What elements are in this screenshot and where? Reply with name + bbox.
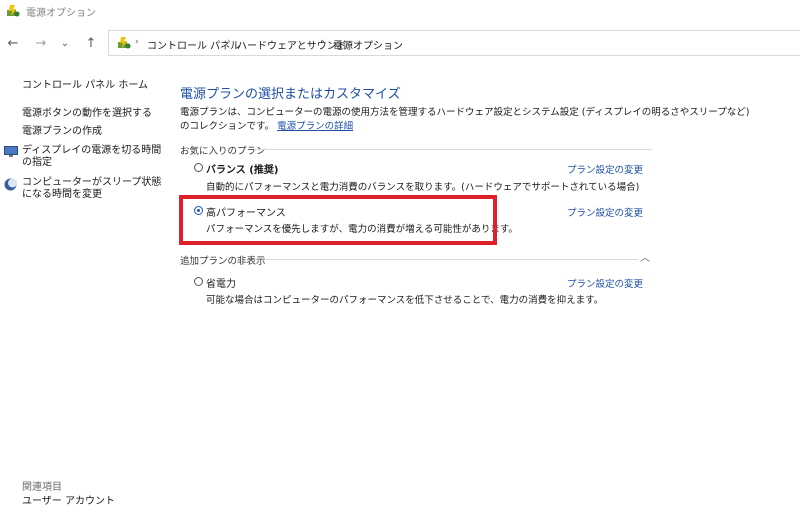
breadcrumb-separator-icon: › [135, 37, 139, 47]
plan-balanced-description: 自動的にパフォーマンスと電力消費のバランスを取ります。(ハードウェアでサポートさ… [206, 182, 640, 193]
breadcrumb-separator-icon: › [227, 37, 231, 47]
related-section-title: 関連項目 [22, 482, 62, 493]
sidebar-item-power-button[interactable]: 電源ボタンの動作を選択する [22, 108, 152, 120]
plan-balanced-name[interactable]: バランス (推奨) [206, 161, 278, 176]
plan-balanced-radio[interactable] [194, 163, 203, 172]
title-bar: 電源オプション [0, 0, 800, 22]
sidebar-home-link[interactable]: コントロール パネル ホーム [22, 80, 148, 92]
breadcrumb-separator-icon: › [321, 37, 325, 47]
description-line-1: 電源プランは、コンピューターの電源の使用方法を管理するハードウェア設定とシステム… [180, 107, 750, 118]
back-arrow-icon[interactable]: ← [4, 36, 22, 52]
power-options-icon [7, 5, 20, 17]
power-plan-details-link[interactable]: 電源プランの詳細 [277, 121, 353, 132]
plan-power-saver-settings-link[interactable]: プラン設定の変更 [567, 276, 643, 290]
breadcrumb-power-options[interactable]: 電源オプション [333, 37, 403, 52]
forward-arrow-icon[interactable]: → [32, 36, 50, 52]
highlight-box [179, 195, 497, 245]
control-panel-icon [118, 37, 131, 49]
sidebar-item-create-plan[interactable]: 電源プランの作成 [22, 126, 102, 138]
favorite-plans-divider [254, 149, 652, 150]
description-line-2: のコレクションです。 電源プランの詳細 [180, 118, 353, 132]
page-title: 電源プランの選択またはカスタマイズ [180, 87, 401, 102]
plan-power-saver-name[interactable]: 省電力 [206, 275, 236, 290]
sidebar-item-sleep-time[interactable]: コンピューターがスリープ状態になる時間を変更 [22, 177, 162, 201]
recent-locations-chevron-icon[interactable]: ⌄ [56, 36, 74, 52]
sidebar-item-display-off[interactable]: ディスプレイの電源を切る時間の指定 [22, 145, 162, 169]
up-arrow-icon[interactable]: ↑ [82, 36, 100, 52]
address-bar[interactable]: › コントロール パネル › ハードウェアとサウンド › 電源オプション [108, 30, 800, 56]
hidden-plans-header[interactable]: 追加プランの非表示 [180, 253, 266, 267]
favorite-plans-header: お気に入りのプラン [180, 146, 266, 157]
moon-icon [4, 178, 17, 191]
description-line-2-text: のコレクションです。 [180, 121, 275, 132]
related-link-user-accounts[interactable]: ユーザー アカウント [22, 496, 115, 508]
plan-high-performance-settings-link[interactable]: プラン設定の変更 [567, 205, 643, 219]
plan-power-saver-description: 可能な場合はコンピューターのパフォーマンスを低下させることで、電力の消費を抑えま… [206, 295, 604, 306]
plan-balanced-settings-link[interactable]: プラン設定の変更 [567, 162, 643, 176]
monitor-icon [4, 146, 18, 157]
breadcrumb-hardware-sound[interactable]: ハードウェアとサウンド [237, 37, 347, 52]
window-title: 電源オプション [26, 8, 96, 19]
plan-power-saver-radio[interactable] [194, 277, 203, 286]
hidden-plans-divider [266, 259, 638, 260]
chevron-up-icon[interactable]: ︿ [640, 249, 650, 264]
